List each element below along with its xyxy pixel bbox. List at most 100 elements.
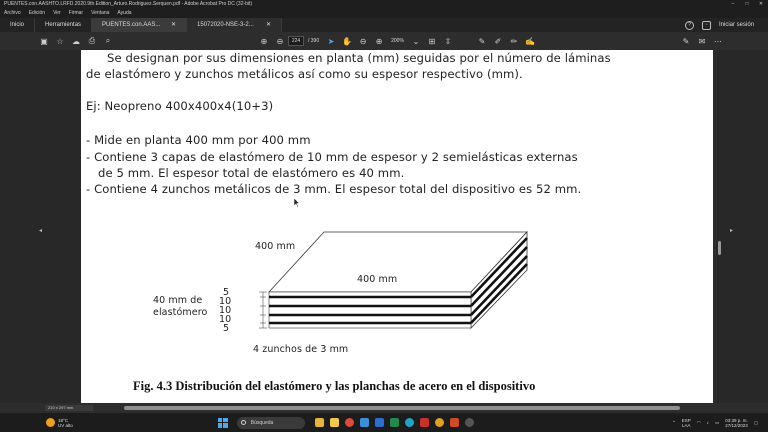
language-code: ESP (681, 417, 691, 423)
fit-page-icon[interactable]: ⊞ (424, 37, 440, 46)
plates-label: 4 zunchos de 3 mm (253, 344, 349, 355)
expand-left-panel-icon[interactable]: ◂ (39, 227, 42, 234)
bearing-figure: 400 mm 400 mm 40 mm de elastómero 5 10 1… (81, 230, 713, 370)
taskbar-search-input[interactable]: Búsqueda (236, 416, 305, 429)
select-cursor-icon[interactable]: ➤ (323, 37, 339, 46)
tab-document-2[interactable]: 15072020-NSE-3-2... ✕ (187, 18, 283, 32)
tab-document-1[interactable]: PUENTES.con.AAS... ✕ (92, 18, 188, 32)
figure-caption: Fig. 4.3 Distribución del elastómero y l… (133, 379, 536, 393)
clock-time: 03:39 p. m. (725, 417, 748, 423)
tab-bar: Inicio Herramientas PUENTES.con.AAS... ✕… (0, 18, 768, 32)
page-total: / 390 (308, 38, 320, 44)
tab-tools[interactable]: Herramientas (35, 18, 93, 32)
close-tab-icon[interactable]: ✕ (266, 18, 271, 32)
page-up-icon[interactable]: ⊕ (256, 37, 272, 46)
app-icon-acrobat[interactable] (419, 418, 429, 427)
app-icon-explorer[interactable] (329, 418, 339, 427)
app-icon-powerpoint[interactable] (449, 418, 459, 427)
sun-icon (46, 418, 55, 427)
page-size-indicator: 210 x 297 mm (45, 405, 93, 411)
right-panel (717, 50, 768, 403)
window-title: PUENTES.con.AASHTO.LRFD.2020.9th.Edition… (4, 1, 253, 7)
window-controls: – □ ✕ (726, 0, 768, 9)
notification-center-icon[interactable]: ▢ (754, 420, 758, 426)
scroll-mode-icon[interactable]: ⇳ (440, 37, 456, 46)
toolbar: ▣ ☆ ☁ ⎙ ⌕ ⊕ ⊖ 224 / 390 ➤ ✋ ⊖ ⊕ 200% ⌄ ⊞… (0, 32, 768, 50)
share-icon[interactable]: ✉ (694, 37, 710, 46)
zoom-out-icon[interactable]: ⊖ (355, 37, 371, 46)
language-indicator[interactable]: ESP LAA (682, 418, 691, 428)
app-icon-paint[interactable] (314, 418, 324, 427)
windows-start-icon[interactable] (217, 417, 228, 428)
taskbar-apps (314, 418, 474, 427)
search-placeholder: Búsqueda (250, 419, 274, 426)
menu-bar: Archivo Edición Ver Firmar Ventana Ayuda (0, 9, 768, 18)
clock-date: 27/12/2023 (725, 422, 748, 428)
page-down-icon[interactable]: ⊖ (272, 37, 288, 46)
maximize-button[interactable]: □ (740, 0, 754, 9)
bullet-2b: de 5 mm. El espesor total de elastómero … (98, 166, 405, 180)
page-number-input[interactable]: 224 (288, 36, 304, 46)
app-icon-chrome-2[interactable] (434, 418, 444, 427)
tab-document-1-label: PUENTES.con.AAS... (102, 22, 161, 28)
app-icon-word[interactable] (374, 418, 384, 427)
signin-button[interactable]: Iniciar sesión (719, 22, 754, 28)
app-icon-edge[interactable] (404, 418, 414, 427)
battery-icon[interactable]: ▭ (715, 420, 719, 426)
menu-sign[interactable]: Firmar (69, 9, 83, 18)
vertical-scrollbar[interactable] (718, 241, 721, 255)
bullet-2a: - Contiene 3 capas de elastómero de 10 m… (86, 150, 578, 164)
comment-icon[interactable]: ✎ (474, 37, 490, 46)
highlight-icon[interactable]: ✐ (490, 37, 506, 46)
elastomer-label-1: 40 mm de (153, 295, 203, 306)
tab-home[interactable]: Inicio (0, 18, 36, 32)
menu-view[interactable]: Ver (53, 9, 61, 18)
app-icon-excel[interactable] (389, 418, 399, 427)
wifi-icon[interactable]: ◠ (697, 420, 701, 426)
menu-edit[interactable]: Edición (29, 9, 45, 18)
menu-window[interactable]: Ventana (91, 9, 109, 18)
close-tab-icon[interactable]: ✕ (171, 18, 176, 32)
app-icon-obs[interactable] (464, 418, 474, 427)
clock[interactable]: 03:39 p. m. 27/12/2023 (725, 418, 748, 428)
header-actions: ? ▫ Iniciar sesión (684, 18, 768, 32)
more-icon[interactable]: ⋯ (710, 37, 726, 46)
minimize-button[interactable]: – (726, 0, 740, 9)
volume-icon[interactable]: ♪ (707, 420, 709, 425)
chevron-up-icon[interactable]: ⌃ (672, 420, 676, 426)
hand-icon[interactable]: ✋ (339, 37, 355, 46)
close-button[interactable]: ✕ (754, 0, 768, 9)
system-tray: ⌃ ESP LAA ◠ ♪ ▭ 03:39 p. m. 27/12/2023 ▢ (672, 418, 768, 428)
app-icon-store[interactable] (359, 418, 369, 427)
sign-icon[interactable]: ✍ (522, 37, 538, 46)
zoom-level[interactable]: 200% (387, 38, 408, 44)
save-icon[interactable]: ▣ (36, 37, 52, 46)
notifications-icon[interactable]: ▫ (701, 20, 711, 30)
chevron-down-icon[interactable]: ⌄ (408, 37, 424, 46)
bullet-1: - Mide en planta 400 mm por 400 mm (86, 133, 311, 147)
taskbar: 18°C UV alto Búsqueda ⌃ ESP LAA ◠ ♪ ▭ 03… (0, 413, 768, 432)
mouse-cursor-icon (294, 198, 300, 208)
expand-right-panel-icon[interactable]: ▸ (730, 227, 733, 234)
dim-depth-label: 400 mm (255, 241, 296, 252)
draw-icon[interactable]: ✏ (506, 37, 522, 46)
edit-icon[interactable]: ✎ (678, 37, 694, 46)
horizontal-scrollbar[interactable] (124, 406, 680, 410)
upload-icon[interactable]: ☁ (68, 37, 84, 46)
example-line: Ej: Neopreno 400x400x4(10+3) (86, 99, 274, 113)
paragraph-line-2: de elastómero y zunchos metálicos así co… (86, 67, 523, 81)
menu-help[interactable]: Ayuda (117, 9, 131, 18)
zoom-in-icon[interactable]: ⊕ (371, 37, 387, 46)
app-icon-chrome[interactable] (344, 418, 354, 427)
document-page: Se designan por sus dimensiones en plant… (81, 50, 713, 403)
layer-label: 5 (223, 323, 230, 334)
search-icon[interactable]: ⌕ (100, 36, 116, 46)
language-layout: LAA (681, 422, 691, 428)
bookmark-icon[interactable]: ☆ (52, 37, 68, 46)
print-icon[interactable]: ⎙ (84, 36, 100, 46)
weather-widget[interactable]: 18°C UV alto (0, 418, 73, 428)
menu-file[interactable]: Archivo (4, 9, 21, 18)
help-icon[interactable]: ? (684, 20, 694, 30)
weather-desc: UV alto (58, 422, 73, 428)
tab-document-2-label: 15072020-NSE-3-2... (197, 22, 254, 28)
